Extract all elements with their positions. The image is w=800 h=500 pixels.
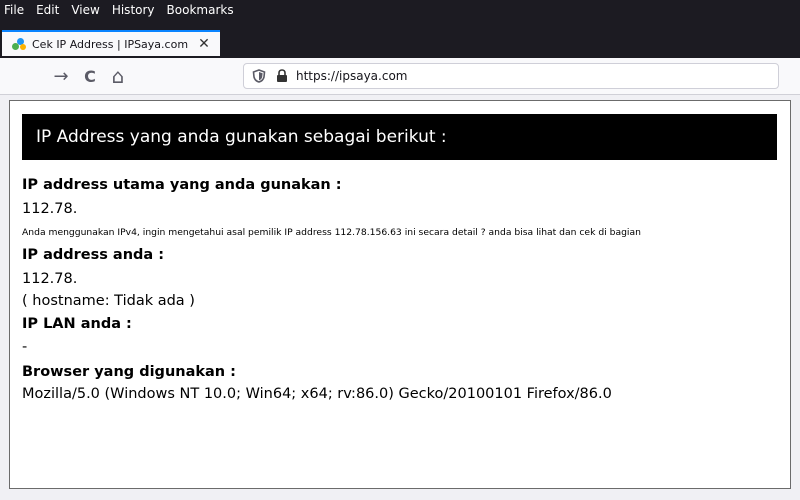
browser-heading: Browser yang digunakan :: [22, 364, 236, 380]
hostname-text: ( hostname: Tidak ada ): [22, 293, 195, 309]
tracking-shield-icon[interactable]: [252, 69, 266, 83]
menu-edit[interactable]: Edit: [36, 3, 59, 17]
tab-title: Cek IP Address | IPSaya.com: [32, 37, 189, 51]
ip-value: 112.78.: [22, 271, 78, 287]
ip-heading: IP address anda :: [22, 247, 165, 263]
favicon-icon: [12, 37, 26, 51]
browser-value: Mozilla/5.0 (Windows NT 10.0; Win64; x64…: [22, 386, 612, 402]
url-bar[interactable]: https://ipsaya.com: [243, 63, 779, 89]
lock-icon[interactable]: [276, 69, 288, 83]
home-icon[interactable]: ⌂: [106, 64, 130, 88]
menu-bar: File Edit View History Bookmarks: [0, 0, 800, 20]
navigation-bar: → C ⌂ https://ipsaya.com: [0, 58, 800, 95]
lan-value: -: [22, 339, 28, 355]
menu-view[interactable]: View: [71, 3, 99, 17]
back-arrow-icon[interactable]: →: [49, 64, 73, 88]
lan-heading: IP LAN anda :: [22, 316, 132, 332]
main-ip-heading: IP address utama yang anda gunakan :: [22, 177, 342, 193]
menu-history[interactable]: History: [112, 3, 155, 17]
menu-file[interactable]: File: [4, 3, 24, 17]
tab-bar: Cek IP Address | IPSaya.com ✕: [0, 20, 800, 58]
tab-close-icon[interactable]: ✕: [194, 36, 214, 52]
main-ip-value: 112.78.: [22, 201, 78, 217]
url-text[interactable]: https://ipsaya.com: [296, 69, 407, 83]
menu-bookmarks[interactable]: Bookmarks: [167, 3, 234, 17]
tab-active[interactable]: Cek IP Address | IPSaya.com ✕: [2, 30, 220, 56]
page-banner: IP Address yang anda gunakan sebagai ber…: [22, 114, 777, 160]
reload-icon[interactable]: C: [78, 64, 102, 88]
ip-info-text: Anda menggunakan IPv4, ingin mengetahui …: [22, 227, 641, 238]
page-content: IP Address yang anda gunakan sebagai ber…: [9, 100, 791, 489]
